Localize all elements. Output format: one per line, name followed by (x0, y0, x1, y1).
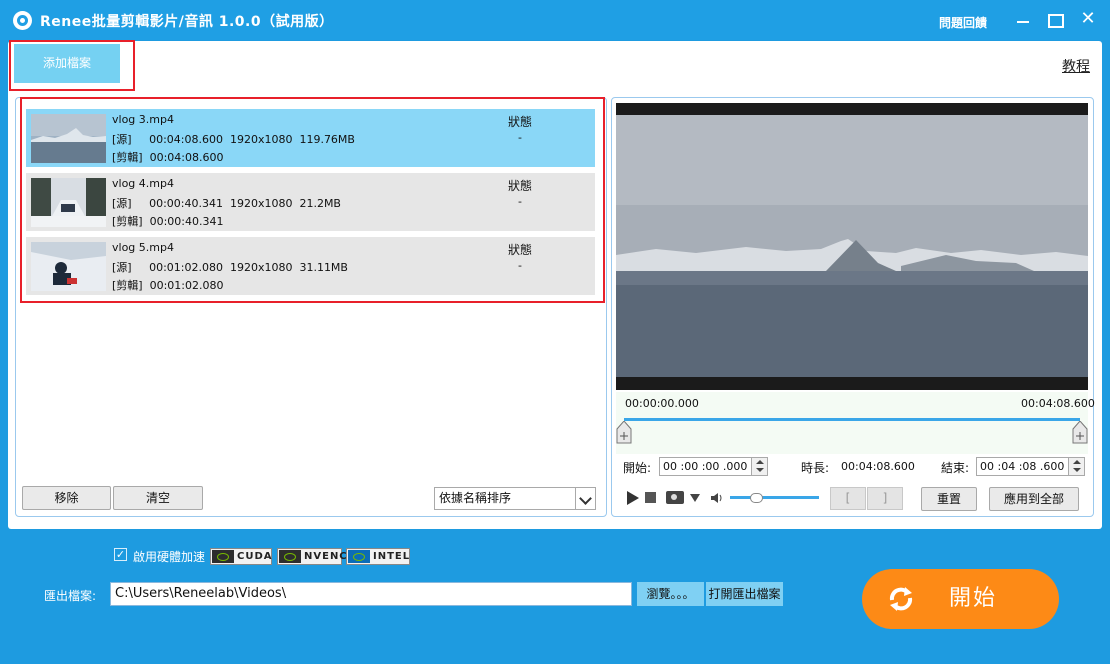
nvenc-label: NVENC (304, 551, 348, 562)
video-preview (616, 103, 1088, 390)
trim-start-handle-icon[interactable] (616, 420, 632, 444)
reset-button[interactable]: 重置 (921, 487, 977, 511)
file-clip-info: [剪輯] 00:01:02.080 (112, 279, 224, 292)
file-name: vlog 5.mp4 (112, 241, 174, 254)
sync-icon (889, 587, 913, 611)
sort-select[interactable]: 依據名稱排序 (434, 487, 596, 510)
close-icon[interactable]: ✕ (1077, 8, 1099, 30)
volume-slider[interactable] (730, 496, 819, 499)
mark-in-button[interactable]: [ (830, 487, 866, 510)
file-name: vlog 3.mp4 (112, 113, 174, 126)
file-row[interactable]: vlog 5.mp4 [源] 00:01:02.080 1920x1080 31… (26, 237, 595, 295)
trim-end-handle-icon[interactable] (1072, 420, 1088, 444)
output-folder-label: 匯出檔案: (44, 589, 97, 603)
video-thumbnail (31, 114, 106, 163)
start-button[interactable]: 開始 (862, 569, 1059, 629)
timeline-track[interactable] (624, 418, 1080, 421)
timeline-start-time: 00:00:00.000 (625, 397, 699, 410)
window-title: Renee批量剪輯影片/音訊 1.0.0（試用版） (40, 14, 334, 30)
end-time-value: 00 :04 :08 .600 (980, 460, 1065, 473)
camera-icon[interactable] (666, 491, 684, 504)
end-time-input[interactable]: 00 :04 :08 .600 (976, 457, 1085, 476)
output-path-input[interactable]: C:\Users\Reneelab\Videos\ (110, 582, 632, 606)
cuda-label: CUDA (237, 551, 273, 562)
intel-logo-icon (348, 550, 370, 563)
apply-to-all-button[interactable]: 應用到全部 (989, 487, 1079, 511)
timeline-end-time: 00:04:08.600 (1021, 397, 1095, 410)
video-thumbnail (31, 178, 106, 227)
spinner-arrows-icon[interactable] (751, 458, 767, 475)
status-label: 狀態 (508, 179, 533, 193)
status-label: 狀態 (508, 243, 533, 257)
nvenc-badge: NVENC (277, 548, 347, 565)
nvidia-logo-icon (279, 550, 301, 563)
volume-icon[interactable] (710, 491, 724, 505)
cuda-badge: CUDA (210, 548, 272, 565)
duration-value: 00:04:08.600 (841, 460, 915, 473)
file-row[interactable]: vlog 4.mp4 [源] 00:00:40.341 1920x1080 21… (26, 173, 595, 231)
status-value: - (518, 131, 522, 144)
duration-label: 時長: (801, 461, 830, 475)
nvidia-logo-icon (212, 550, 234, 563)
status-label: 狀態 (508, 115, 533, 129)
chevron-down-icon[interactable] (575, 488, 595, 509)
mark-out-button[interactable]: ] (867, 487, 903, 510)
file-source-info: [源] 00:04:08.600 1920x1080 119.76MB (112, 133, 355, 146)
sort-selected-value: 依據名稱排序 (439, 491, 512, 505)
start-time-value: 00 :00 :00 .000 (663, 460, 748, 473)
start-time-input[interactable]: 00 :00 :00 .000 (659, 457, 768, 476)
open-output-folder-button[interactable]: 打開匯出檔案 (706, 582, 783, 606)
clear-button[interactable]: 清空 (113, 486, 203, 510)
app-logo-icon (13, 11, 32, 30)
browse-button[interactable]: 瀏覽。。。 (637, 582, 704, 606)
file-source-info: [源] 00:00:40.341 1920x1080 21.2MB (112, 197, 341, 210)
chevron-down-icon[interactable] (690, 494, 700, 502)
hw-accel-checkbox[interactable]: ✓ (114, 548, 127, 561)
title-bar: Renee批量剪輯影片/音訊 1.0.0（試用版） 問題回饋 ✕ (0, 0, 1110, 40)
file-row[interactable]: vlog 3.mp4 [源] 00:04:08.600 1920x1080 11… (26, 109, 595, 167)
intel-label: INTEL (373, 551, 411, 562)
remove-button[interactable]: 移除 (22, 486, 111, 510)
status-value: - (518, 195, 522, 208)
end-time-label: 結束: (941, 461, 970, 475)
feedback-link[interactable]: 問題回饋 (939, 14, 987, 31)
status-value: - (518, 259, 522, 272)
file-clip-info: [剪輯] 00:04:08.600 (112, 151, 224, 164)
minimize-icon[interactable] (1012, 8, 1034, 30)
video-thumbnail (31, 242, 106, 291)
start-label: 開始 (949, 586, 998, 611)
maximize-icon[interactable] (1043, 8, 1065, 30)
add-file-button[interactable]: 添加檔案 (14, 44, 120, 83)
intel-badge: INTEL (346, 548, 410, 565)
file-source-info: [源] 00:01:02.080 1920x1080 31.11MB (112, 261, 348, 274)
play-icon[interactable] (627, 491, 639, 505)
file-name: vlog 4.mp4 (112, 177, 174, 190)
start-time-label: 開始: (623, 461, 652, 475)
hw-accel-label: 啟用硬體加速 (133, 550, 206, 564)
file-clip-info: [剪輯] 00:00:40.341 (112, 215, 224, 228)
tutorial-link[interactable]: 教程 (1062, 56, 1090, 76)
spinner-arrows-icon[interactable] (1068, 458, 1084, 475)
volume-slider-knob[interactable] (750, 493, 764, 503)
stop-icon[interactable] (645, 492, 656, 503)
